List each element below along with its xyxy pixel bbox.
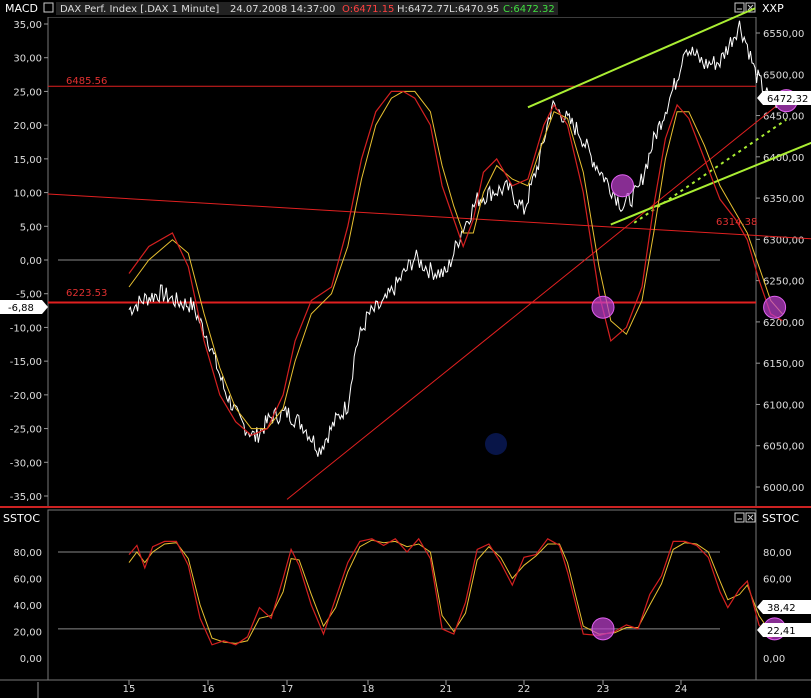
price-tick-label: 6000,00 <box>763 483 804 494</box>
price-tick-label: 6450,00 <box>763 112 804 123</box>
x-tick-label: 24 <box>675 684 688 695</box>
price-tick-label: 6150,00 <box>763 359 804 370</box>
main-left-label: MACD <box>5 2 38 15</box>
main-right-label: XXP <box>762 2 784 15</box>
sstoc-badge-bottom: 22,41 <box>757 623 811 637</box>
main-panel-frame <box>47 16 757 508</box>
sstoc-badge-top: 38,42 <box>757 600 811 614</box>
price-tick-label: 6250,00 <box>763 277 804 288</box>
sstoc-right-tick-label: 0,00 <box>763 654 785 665</box>
highlight-marker-2 <box>591 295 615 319</box>
sstoc-right-tick-label: 80,00 <box>763 548 792 559</box>
x-tick-label: 17 <box>281 684 294 695</box>
sstoc-right-label: SSTOC <box>762 512 799 525</box>
sstoc-left-tick-label: 0,00 <box>20 654 42 665</box>
last-price-badge: 6472,32 <box>757 91 811 105</box>
macd-tick-label: 35,00 <box>13 20 42 31</box>
price-tick-label: 6500,00 <box>763 70 804 81</box>
sstoc-left-tick-label: 60,00 <box>13 575 42 586</box>
close-readout: C:6472.32 <box>503 4 555 15</box>
x-tick-label: 18 <box>362 684 375 695</box>
low-readout: L:6470.95 <box>449 4 499 15</box>
sstoc-right-tick-label: 60,00 <box>763 575 792 586</box>
macd-tick-label: 20,00 <box>13 121 42 132</box>
macd-tick-label: 0,00 <box>20 256 42 267</box>
sstoc-left-tick-label: 20,00 <box>13 628 42 639</box>
macd-tick-label: -30,00 <box>10 458 42 469</box>
sstoc-left-tick-label: 40,00 <box>13 601 42 612</box>
chart-canvas[interactable]: MACD DAX Perf. Index [.DAX 1 Minute] 24.… <box>0 0 811 698</box>
support-label: 6223.53 <box>66 288 107 299</box>
price-tick-label: 6550,00 <box>763 29 804 40</box>
datetime-readout: 24.07.2008 14:37:00 <box>230 4 335 15</box>
sstoc-bottom-text: 22,41 <box>767 626 796 637</box>
open-readout: O:6471.15 <box>342 4 394 15</box>
x-tick-label: 22 <box>518 684 531 695</box>
x-tick-label: 16 <box>202 684 215 695</box>
price-tick-label: 6100,00 <box>763 400 804 411</box>
highlight-marker-3 <box>763 295 787 319</box>
sstoc-top-text: 38,42 <box>767 603 796 614</box>
macd-tick-label: -35,00 <box>10 492 42 503</box>
last-price-text: 6472,32 <box>767 94 808 105</box>
macd-tick-label: 30,00 <box>13 54 42 65</box>
macd-tick-label: -25,00 <box>10 425 42 436</box>
macd-value-text: -6,88 <box>8 303 34 314</box>
macd-tick-label: -5,00 <box>16 290 42 301</box>
macd-tick-label: 5,00 <box>20 222 42 233</box>
macd-tick-label: 15,00 <box>13 155 42 166</box>
faint-marker <box>485 433 507 455</box>
x-tick-label: 21 <box>440 684 453 695</box>
highlight-marker-4 <box>591 617 615 641</box>
macd-tick-label: -20,00 <box>10 391 42 402</box>
macd-tick-label: 25,00 <box>13 87 42 98</box>
price-tick-label: 6350,00 <box>763 194 804 205</box>
sstoc-left-tick-label: 80,00 <box>13 548 42 559</box>
trend-label: 6314.38 <box>716 217 757 228</box>
highlight-marker-0 <box>611 174 634 198</box>
price-tick-label: 6050,00 <box>763 442 804 453</box>
sstoc-left-label: SSTOC <box>3 512 40 525</box>
macd-tick-label: -10,00 <box>10 323 42 334</box>
macd-value-badge: -6,88 <box>0 300 48 314</box>
instrument-title: DAX Perf. Index [.DAX 1 Minute] <box>60 4 219 15</box>
macd-tick-label: 10,00 <box>13 189 42 200</box>
x-tick-label: 15 <box>123 684 136 695</box>
resistance-label: 6485.56 <box>66 76 107 87</box>
macd-tick-label: -15,00 <box>10 357 42 368</box>
x-tick-label: 23 <box>597 684 610 695</box>
price-tick-label: 6200,00 <box>763 318 804 329</box>
high-readout: H:6472.77 <box>397 4 449 15</box>
